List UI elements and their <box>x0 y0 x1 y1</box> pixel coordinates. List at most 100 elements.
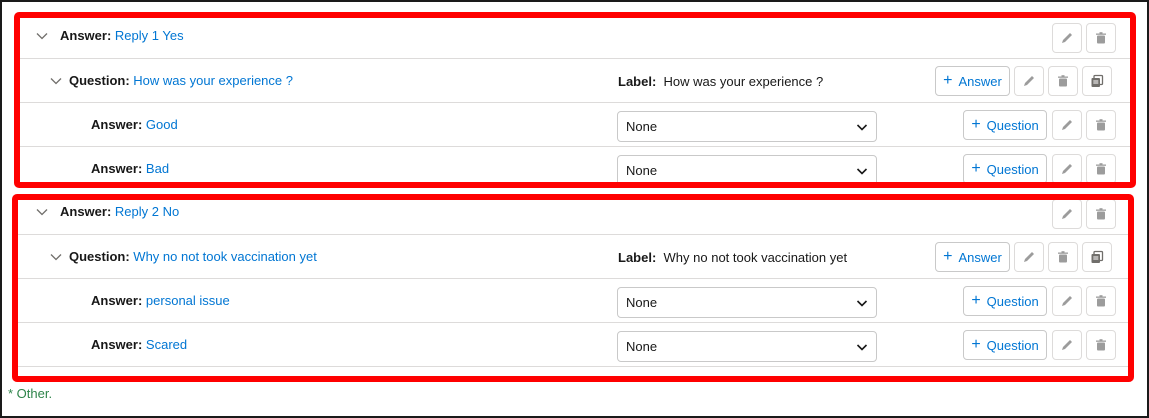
delete-button[interactable] <box>1086 110 1116 140</box>
question-caption: Question: <box>69 249 130 264</box>
edit-button[interactable] <box>1014 66 1044 96</box>
chevron-down-icon <box>856 300 868 307</box>
answer-option-value[interactable]: Good <box>146 117 178 132</box>
label-field: Label: Why no not took vaccination yet <box>618 250 847 265</box>
answer-value[interactable]: Reply 1 Yes <box>115 28 184 43</box>
trash-icon <box>1058 75 1068 87</box>
question-value[interactable]: How was your experience ? <box>133 73 293 88</box>
select-value: None <box>626 119 658 134</box>
add-question-button[interactable]: + Question <box>963 330 1047 360</box>
question-label: Question: How was your experience ? <box>69 73 293 88</box>
trash-icon <box>1058 251 1068 263</box>
add-question-label: Question <box>986 337 1039 353</box>
answer-caption: Answer: <box>60 28 112 43</box>
answer-option-label: Answer: Good <box>91 117 178 132</box>
copy-icon <box>1091 74 1104 87</box>
copy-icon <box>1091 250 1104 263</box>
pencil-icon <box>1062 120 1072 130</box>
edit-button[interactable] <box>1014 242 1044 272</box>
delete-button[interactable] <box>1086 286 1116 316</box>
chevron-down-icon <box>856 124 868 131</box>
plus-icon: + <box>971 160 981 177</box>
answer-option-value[interactable]: Scared <box>146 337 187 352</box>
chevron-down-icon[interactable] <box>34 204 50 220</box>
answer-option-row: Answer: Scared None + Question <box>16 323 1132 367</box>
question-caption: Question: <box>69 73 130 88</box>
answer-option-label: Answer: Scared <box>91 337 187 352</box>
answer-option-label: Answer: Bad <box>91 161 169 176</box>
pencil-icon <box>1062 33 1072 43</box>
pencil-icon <box>1024 252 1034 262</box>
add-answer-button[interactable]: + Answer <box>935 242 1010 272</box>
label-value: How was your experience ? <box>663 74 824 89</box>
trash-icon <box>1096 163 1106 175</box>
add-question-button[interactable]: + Question <box>963 286 1047 316</box>
plus-icon: + <box>943 248 953 265</box>
delete-button[interactable] <box>1048 242 1078 272</box>
edit-button[interactable] <box>1052 330 1082 360</box>
trash-icon <box>1096 32 1106 44</box>
clone-button[interactable] <box>1082 66 1112 96</box>
edit-button[interactable] <box>1052 23 1082 53</box>
plus-icon: + <box>971 336 981 353</box>
pencil-icon <box>1062 340 1072 350</box>
label-caption: Label: <box>618 250 657 265</box>
delete-button[interactable] <box>1086 330 1116 360</box>
label-value: Why no not took vaccination yet <box>663 250 848 265</box>
chevron-down-icon <box>856 168 868 175</box>
add-question-label: Question <box>986 161 1039 177</box>
clone-button[interactable] <box>1082 242 1112 272</box>
delete-button[interactable] <box>1048 66 1078 96</box>
pencil-icon <box>1062 164 1072 174</box>
answer-label: Answer: Reply 2 No <box>60 204 179 219</box>
next-question-select[interactable]: None <box>617 155 877 186</box>
question-value[interactable]: Why no not took vaccination yet <box>133 249 317 264</box>
select-value: None <box>626 295 658 310</box>
edit-button[interactable] <box>1052 110 1082 140</box>
answer-value[interactable]: Reply 2 No <box>115 204 179 219</box>
edit-button[interactable] <box>1052 199 1082 229</box>
answer-option-value[interactable]: personal issue <box>146 293 230 308</box>
chevron-down-icon[interactable] <box>48 73 64 89</box>
answer-caption: Answer: <box>91 337 143 352</box>
chevron-down-icon[interactable] <box>34 28 50 44</box>
plus-icon: + <box>971 116 981 133</box>
answer-caption: Answer: <box>60 204 112 219</box>
other-note: * Other. <box>8 386 53 401</box>
answer-group-1: Answer: Reply 1 Yes Question: How was yo… <box>16 14 1132 186</box>
answer-option-label: Answer: personal issue <box>91 293 230 308</box>
add-question-button[interactable]: + Question <box>963 154 1047 184</box>
next-question-select[interactable]: None <box>617 111 877 142</box>
delete-button[interactable] <box>1086 154 1116 184</box>
question-label: Question: Why no not took vaccination ye… <box>69 249 317 264</box>
plus-icon: + <box>943 72 953 89</box>
answer-group-2: Answer: Reply 2 No Question: Why no not … <box>16 190 1132 370</box>
answer-option-row: Answer: Bad None + Question <box>16 147 1132 191</box>
add-question-button[interactable]: + Question <box>963 110 1047 140</box>
select-value: None <box>626 339 658 354</box>
add-question-label: Question <box>986 117 1039 133</box>
next-question-select[interactable]: None <box>617 287 877 318</box>
add-question-label: Question <box>986 293 1039 309</box>
answer-row: Answer: Reply 2 No <box>16 190 1132 235</box>
trash-icon <box>1096 295 1106 307</box>
add-answer-label: Answer <box>958 249 1002 265</box>
plus-icon: + <box>971 292 981 309</box>
delete-button[interactable] <box>1086 199 1116 229</box>
answer-caption: Answer: <box>91 293 143 308</box>
pencil-icon <box>1062 296 1072 306</box>
answer-caption: Answer: <box>91 161 143 176</box>
add-answer-button[interactable]: + Answer <box>935 66 1010 96</box>
delete-button[interactable] <box>1086 23 1116 53</box>
add-answer-label: Answer <box>958 73 1002 89</box>
edit-button[interactable] <box>1052 154 1082 184</box>
answer-option-value[interactable]: Bad <box>146 161 169 176</box>
chevron-down-icon[interactable] <box>48 249 64 265</box>
trash-icon <box>1096 208 1106 220</box>
answer-label: Answer: Reply 1 Yes <box>60 28 184 43</box>
edit-button[interactable] <box>1052 286 1082 316</box>
question-row: Question: Why no not took vaccination ye… <box>16 235 1132 279</box>
select-value: None <box>626 163 658 178</box>
next-question-select[interactable]: None <box>617 331 877 362</box>
answer-option-row: Answer: Good None + Question <box>16 103 1132 147</box>
